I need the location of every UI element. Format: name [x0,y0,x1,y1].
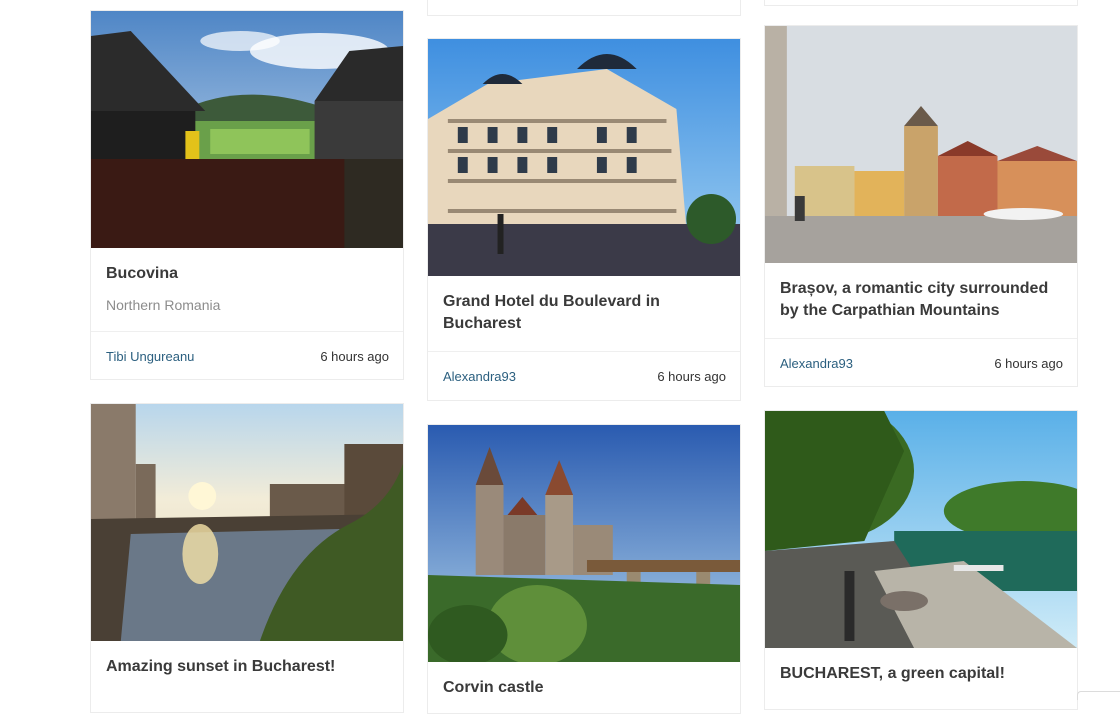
post-title[interactable]: Brașov, a romantic city surrounded by th… [780,278,1062,322]
post-title[interactable]: Grand Hotel du Boulevard in Bucharest [443,291,725,335]
author-link[interactable]: Alexandra93 [780,356,853,371]
post-card-grand-hotel[interactable]: Grand Hotel du Boulevard in Bucharest Al… [427,38,741,401]
post-photo-sunset[interactable] [91,404,403,641]
post-title[interactable]: Bucovina [106,263,388,285]
post-card-sunset[interactable]: Amazing sunset in Bucharest! [90,403,404,713]
post-photo-brasov[interactable] [765,26,1077,263]
post-card-corvin-castle[interactable]: Corvin castle [427,424,741,714]
post-footer: Alexandra93 6 hours ago [765,338,1077,387]
post-time: 6 hours ago [994,356,1063,371]
author-link[interactable]: Alexandra93 [443,369,516,384]
post-photo-bucovina[interactable] [91,11,403,248]
post-card-green-capital[interactable]: BUCHAREST, a green capital! [764,410,1078,710]
post-subtitle: Northern Romania [106,297,221,313]
post-photo-corvin-castle[interactable] [428,425,740,662]
card-partial-top-right [764,0,1078,6]
card-partial-top-center [427,0,741,16]
author-link[interactable]: Tibi Ungureanu [106,349,194,364]
post-time: 6 hours ago [320,349,389,364]
post-footer: Alexandra93 6 hours ago [428,351,740,400]
post-photo-grand-hotel[interactable] [428,39,740,276]
post-footer: Tibi Ungureanu 6 hours ago [91,331,403,380]
post-title[interactable]: BUCHAREST, a green capital! [780,663,1062,685]
post-card-bucovina[interactable]: Bucovina Northern Romania Tibi Ungureanu… [90,10,404,380]
post-photo-green-capital[interactable] [765,411,1077,648]
post-time: 6 hours ago [657,369,726,384]
post-title[interactable]: Amazing sunset in Bucharest! [106,656,388,678]
bottom-right-widget-edge [1077,691,1120,700]
post-title[interactable]: Corvin castle [443,677,725,699]
post-card-brasov[interactable]: Brașov, a romantic city surrounded by th… [764,25,1078,387]
